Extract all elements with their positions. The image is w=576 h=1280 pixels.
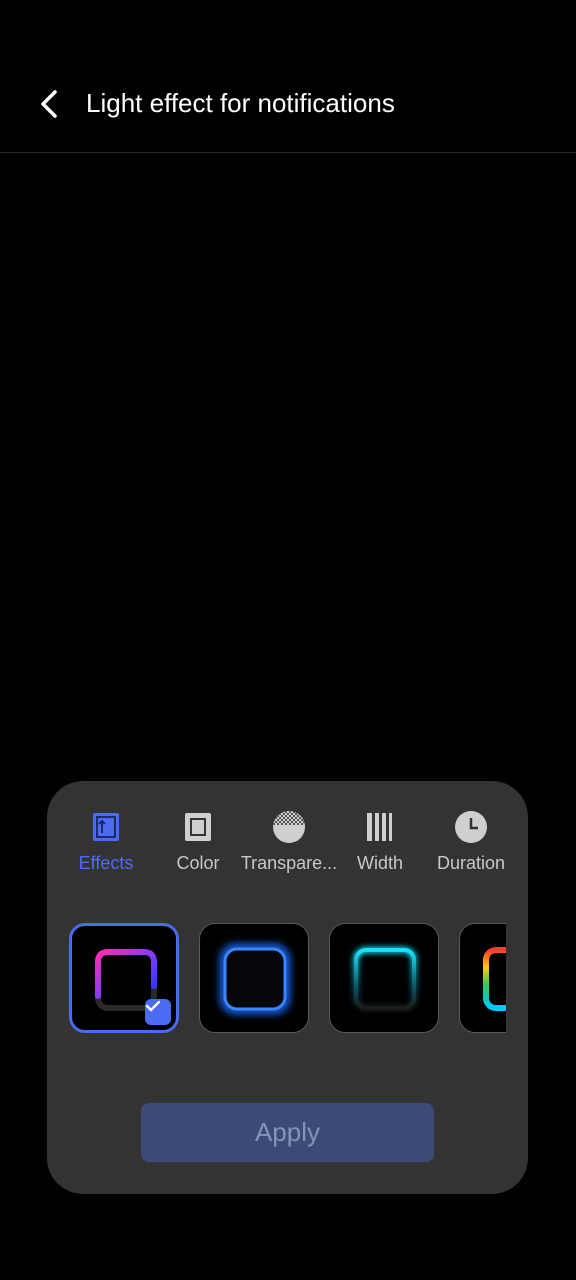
effects-icon — [93, 813, 119, 841]
tab-duration-label: Duration — [436, 853, 506, 873]
effect-option-rainbow[interactable] — [459, 923, 506, 1033]
effect-option-blue-glow[interactable] — [199, 923, 309, 1033]
effect-options — [69, 921, 506, 1035]
tab-width-label: Width — [356, 853, 403, 873]
header-divider — [0, 152, 576, 153]
light-effect-panel: Effects Color Transpare... Width Duratio… — [47, 781, 528, 1194]
cyan-glow-preview — [353, 947, 417, 1011]
width-icon — [367, 813, 392, 841]
tab-color[interactable]: Color — [148, 809, 248, 879]
tab-color-label: Color — [176, 853, 220, 873]
rainbow-preview — [483, 947, 506, 1011]
blue-glow-preview — [220, 944, 290, 1014]
tab-transparency-label: Transpare... — [240, 853, 338, 873]
effect-option-gradient-pink-blue[interactable] — [69, 923, 179, 1033]
duration-icon — [455, 811, 487, 843]
tab-duration[interactable]: Duration — [421, 809, 521, 879]
checkmark-icon — [145, 1000, 161, 1012]
back-button[interactable] — [30, 84, 70, 124]
effect-option-cyan-glow[interactable] — [329, 923, 439, 1033]
tab-width[interactable]: Width — [330, 809, 430, 879]
tab-transparency[interactable]: Transpare... — [239, 809, 339, 879]
app-bar: Light effect for notifications — [0, 0, 576, 152]
color-icon — [185, 813, 211, 841]
option-tabs: Effects Color Transpare... Width Duratio… — [47, 809, 528, 879]
tab-effects-label: Effects — [78, 853, 134, 873]
apply-button[interactable]: Apply — [141, 1103, 434, 1162]
back-arrow-icon — [41, 90, 57, 118]
selected-check-badge — [145, 999, 171, 1025]
transparency-icon — [273, 811, 305, 843]
tab-effects[interactable]: Effects — [56, 809, 156, 879]
page-title: Light effect for notifications — [86, 88, 395, 118]
